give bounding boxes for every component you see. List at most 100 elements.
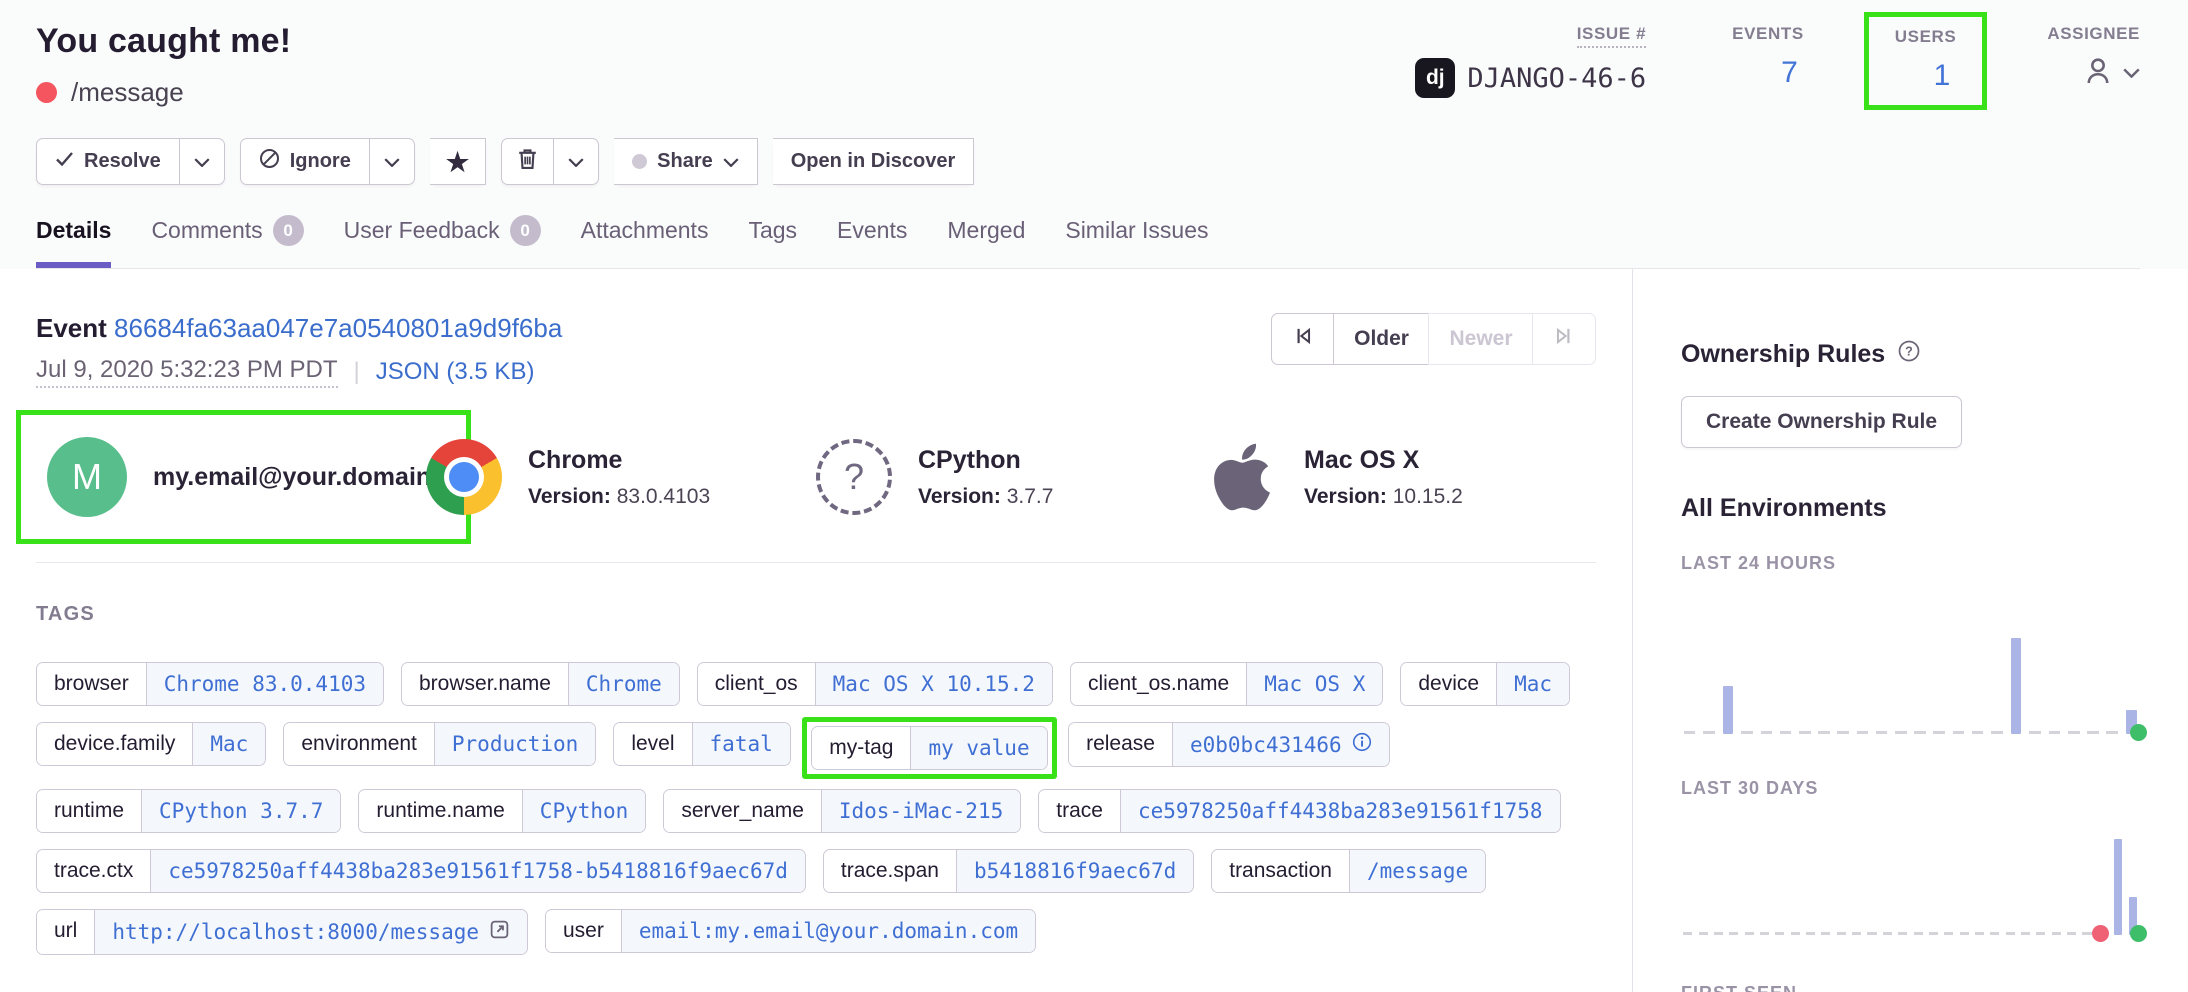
share-status-dot: [632, 154, 647, 169]
last-seen-dot: [2130, 724, 2147, 741]
last-24-hours-sparkline[interactable]: [1681, 638, 2140, 734]
title-block: You caught me! /message: [36, 22, 291, 108]
tag-device-family: device.familyMac: [36, 722, 266, 766]
skip-to-newest-icon: [1553, 325, 1575, 353]
event-pagination: Older Newer: [1271, 313, 1596, 365]
chevron-down-icon: [194, 150, 210, 173]
context-card-runtime: ? CPython Version: 3.7.7: [816, 432, 1206, 522]
context-card-user: M my.email@your.domain.com: [36, 432, 426, 522]
action-toolbar: Resolve Ignore ★: [36, 138, 2140, 185]
tag-client-os-name: client_os.nameMac OS X: [1070, 662, 1383, 706]
tag-server-name: server_nameIdos-iMac-215: [663, 789, 1021, 833]
events-count[interactable]: 7: [1781, 56, 1804, 90]
issue-sidebar: Ownership Rules ? Create Ownership Rule …: [1632, 269, 2188, 992]
event-context-summary: M my.email@your.domain.com Chrome Versio…: [36, 432, 1596, 563]
tag-browser: browserChrome 83.0.4103: [36, 662, 384, 706]
page-title: You caught me!: [36, 22, 291, 61]
ignore-dropdown-button[interactable]: [370, 138, 415, 185]
help-icon[interactable]: ?: [1897, 339, 1921, 370]
tab-details[interactable]: Details: [36, 215, 111, 268]
first-seen-dot: [2092, 925, 2109, 942]
bookmark-star-button[interactable]: ★: [430, 138, 486, 185]
last-30-days-sparkline[interactable]: [1681, 839, 2140, 935]
tag-my-tag: my-tagmy value: [811, 726, 1047, 770]
stat-assignee: ASSIGNEE: [2047, 24, 2140, 110]
event-meta: Event 86684fa63aa047e7a0540801a9d9f6ba J…: [36, 313, 562, 388]
create-ownership-rule-button[interactable]: Create Ownership Rule: [1681, 396, 1962, 448]
chevron-down-icon: [384, 150, 400, 173]
issue-tabs: Details Comments0 User Feedback0 Attachm…: [36, 215, 2140, 269]
newer-event-button[interactable]: Newer: [1428, 313, 1533, 365]
external-link-icon[interactable]: [489, 919, 510, 945]
culprit: /message: [71, 77, 184, 108]
delete-dropdown-button[interactable]: [554, 138, 599, 185]
user-feedback-count-badge: 0: [510, 215, 541, 246]
tag-device: deviceMac: [1400, 662, 1570, 706]
tab-tags[interactable]: Tags: [748, 215, 797, 268]
resolve-button[interactable]: Resolve: [36, 138, 180, 185]
tags-heading: TAGS: [36, 603, 1596, 626]
oldest-event-button[interactable]: [1271, 313, 1335, 365]
tab-similar-issues[interactable]: Similar Issues: [1065, 215, 1208, 268]
users-label: USERS: [1895, 27, 1957, 47]
delete-button[interactable]: [501, 138, 554, 185]
unknown-runtime-icon: ?: [816, 439, 892, 515]
share-button[interactable]: Share: [614, 138, 758, 185]
tab-comments[interactable]: Comments0: [151, 215, 303, 268]
ownership-rules-title: Ownership Rules ?: [1681, 339, 2140, 370]
tag-trace-span: trace.spanb5418816f9aec67d: [823, 849, 1194, 893]
issue-id: DJANGO-46-6: [1467, 63, 1646, 94]
assignee-label: ASSIGNEE: [2047, 24, 2140, 44]
stat-events: EVENTS 7: [1732, 24, 1804, 110]
event-id-link[interactable]: 86684fa63aa047e7a0540801a9d9f6ba: [114, 313, 562, 343]
skip-to-oldest-icon: [1292, 325, 1314, 353]
star-icon: ★: [446, 149, 469, 175]
ignore-button[interactable]: Ignore: [240, 138, 370, 185]
tab-attachments[interactable]: Attachments: [581, 215, 709, 268]
comments-count-badge: 0: [273, 215, 304, 246]
assignee-dropdown[interactable]: [2081, 54, 2140, 93]
environments-title: All Environments: [1681, 494, 2140, 523]
tag-user: useremail:my.email@your.domain.com: [545, 909, 1036, 953]
tag-release: releasee0b0bc431466: [1068, 722, 1390, 767]
tab-events[interactable]: Events: [837, 215, 907, 268]
last-30-days-label: LAST 30 DAYS: [1681, 778, 2140, 799]
tag-client-os: client_osMac OS X 10.15.2: [697, 662, 1053, 706]
tab-user-feedback[interactable]: User Feedback0: [344, 215, 541, 268]
stat-issue-number: ISSUE # dj DJANGO-46-6: [1415, 24, 1646, 110]
error-level-dot: [36, 82, 57, 103]
check-icon: [55, 150, 74, 173]
chevron-down-icon: [723, 150, 739, 173]
event-label: Event: [36, 313, 107, 343]
older-event-button[interactable]: Older: [1333, 313, 1430, 365]
user-card-highlight: M my.email@your.domain.com: [16, 410, 471, 544]
event-details-panel: Event 86684fa63aa047e7a0540801a9d9f6ba J…: [0, 269, 1632, 992]
info-icon[interactable]: [1352, 732, 1372, 757]
stat-users-highlighted: USERS 1: [1864, 12, 1988, 110]
tag-browser-name: browser.nameChrome: [401, 662, 680, 706]
event-json-link[interactable]: JSON (3.5 KB): [376, 358, 535, 386]
issue-header: You caught me! /message ISSUE # dj DJANG…: [0, 0, 2188, 269]
tags-list: browserChrome 83.0.4103 browser.nameChro…: [36, 662, 1596, 955]
newest-event-button[interactable]: [1532, 313, 1596, 365]
issue-number-label: ISSUE #: [1577, 24, 1646, 48]
tab-merged[interactable]: Merged: [947, 215, 1025, 268]
chrome-icon: [426, 439, 502, 515]
chevron-down-icon: [2123, 65, 2140, 83]
tag-transaction: transaction/message: [1211, 849, 1486, 893]
tag-trace-ctx: trace.ctxce5978250aff4438ba283e91561f175…: [36, 849, 806, 893]
tag-environment: environmentProduction: [283, 722, 596, 766]
users-count[interactable]: 1: [1934, 59, 1957, 93]
project-icon: dj: [1415, 58, 1455, 98]
tag-url: urlhttp://localhost:8000/message: [36, 909, 528, 955]
resolve-dropdown-button[interactable]: [180, 138, 225, 185]
trash-icon: [518, 148, 537, 176]
tag-trace: tracece5978250aff4438ba283e91561f1758: [1038, 789, 1560, 833]
open-in-discover-button[interactable]: Open in Discover: [773, 138, 975, 185]
first-seen-label: FIRST SEEN: [1681, 983, 2140, 992]
last-24-hours-label: LAST 24 HOURS: [1681, 553, 2140, 574]
tag-runtime-name: runtime.nameCPython: [358, 789, 646, 833]
my-tag-highlight: my-tagmy value: [802, 717, 1056, 779]
tag-runtime: runtimeCPython 3.7.7: [36, 789, 341, 833]
events-label: EVENTS: [1732, 24, 1804, 44]
